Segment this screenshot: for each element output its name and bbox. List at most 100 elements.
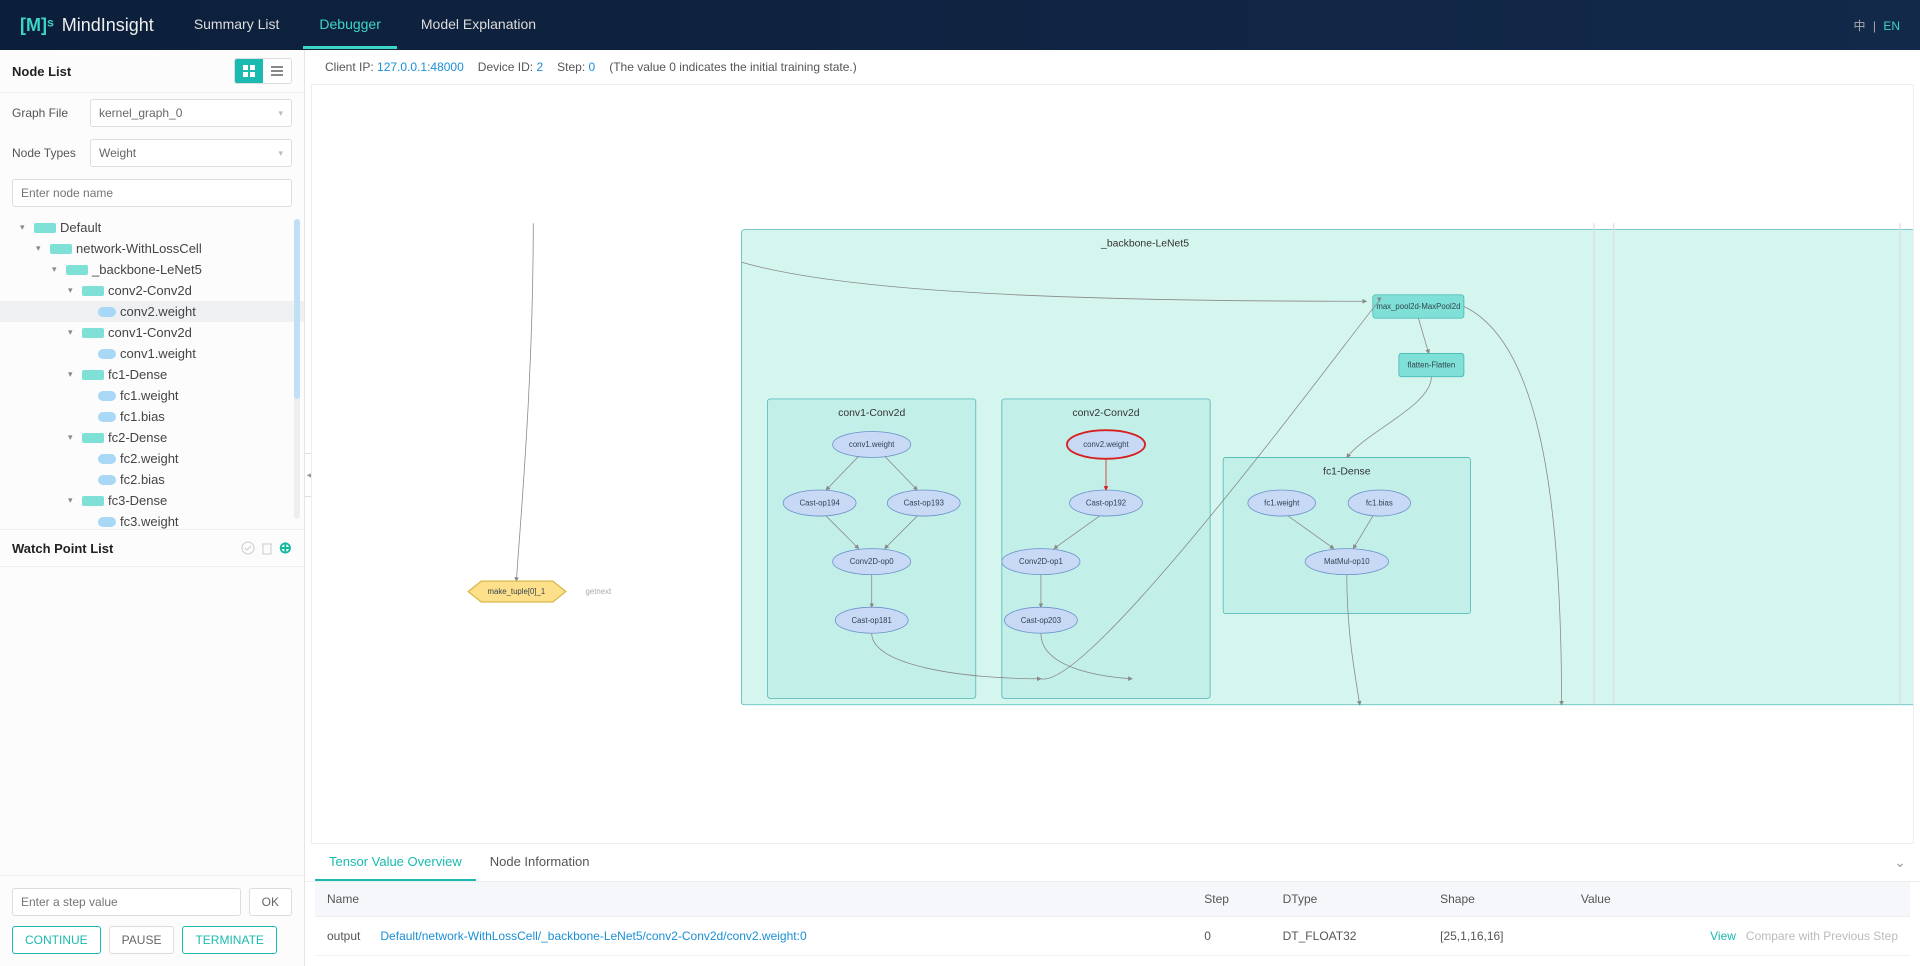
terminate-button[interactable]: TERMINATE	[182, 926, 276, 954]
branch-tag-icon	[82, 433, 104, 443]
branch-tag-icon	[82, 286, 104, 296]
col-name: Name	[315, 882, 1192, 917]
tab-tensor-value[interactable]: Tensor Value Overview	[315, 844, 476, 881]
ok-button[interactable]: OK	[249, 888, 292, 916]
watch-point-actions: ⊕	[241, 538, 292, 558]
lang-en[interactable]: EN	[1883, 19, 1900, 33]
conv2dop1-node[interactable]: Conv2D-op1	[1019, 557, 1063, 566]
tree-branch[interactable]: ▾ fc2-Dense	[0, 427, 304, 448]
tab-node-info[interactable]: Node Information	[476, 844, 604, 881]
tree-caret-icon[interactable]: ▾	[36, 243, 46, 254]
chevron-down-icon[interactable]: ⌄	[1890, 850, 1910, 875]
row-dtype: DT_FLOAT32	[1271, 917, 1428, 956]
castop192-node[interactable]: Cast-op192	[1086, 499, 1126, 508]
language-switch[interactable]: 中 | EN	[1854, 17, 1901, 34]
fc1-cluster-title: fc1-Dense	[1323, 466, 1371, 477]
row-name: output	[327, 929, 360, 943]
nav-model-explanation[interactable]: Model Explanation	[405, 2, 552, 49]
nav-debugger[interactable]: Debugger	[303, 2, 397, 49]
graph-file-select[interactable]: kernel_graph_0 ▾	[90, 99, 292, 127]
make-tuple-node[interactable]: make_tuple[0]_1	[488, 587, 546, 596]
tree-item-label: fc3.weight	[120, 514, 179, 529]
device-id-label: Device ID:	[478, 60, 533, 74]
matmul-node[interactable]: MatMul-op10	[1324, 557, 1370, 566]
branch-tag-icon	[82, 496, 104, 506]
row-shape: [25,1,16,16]	[1428, 917, 1569, 956]
compare-link[interactable]: Compare with Previous Step	[1746, 929, 1898, 943]
col-dtype: DType	[1271, 882, 1428, 917]
branch-tag-icon	[66, 265, 88, 275]
tree-branch[interactable]: ▾fc3-Dense	[0, 490, 304, 511]
detail-tabs: Tensor Value Overview Node Information ⌄	[305, 844, 1920, 882]
tree-item-label: Default	[60, 220, 101, 235]
lang-zh[interactable]: 中	[1854, 19, 1866, 33]
castop193-node[interactable]: Cast-op193	[904, 499, 944, 508]
step-value: 0	[589, 60, 596, 74]
branch-tag-icon	[82, 328, 104, 338]
continue-button[interactable]: CONTINUE	[12, 926, 101, 954]
conv2-weight-node[interactable]: conv2.weight	[1083, 440, 1129, 449]
tree-branch[interactable]: ▾conv1-Conv2d	[0, 322, 304, 343]
graph-file-label: Graph File	[12, 106, 82, 120]
view-link[interactable]: View	[1710, 929, 1736, 943]
tree-branch[interactable]: ▾network-WithLossCell	[0, 238, 304, 259]
tree-leaf[interactable]: conv2.weight	[0, 301, 304, 322]
maxpool-node[interactable]: max_pool2d-MaxPool2d	[1376, 302, 1460, 311]
tree-caret-icon[interactable]: ▾	[20, 222, 30, 233]
conv1-weight-node[interactable]: conv1.weight	[849, 440, 895, 449]
graph-canvas[interactable]: _backbone-LeNet5 make_tuple[0]_1 getnext…	[311, 84, 1914, 844]
check-circle-icon[interactable]	[241, 541, 255, 555]
trash-icon[interactable]	[261, 541, 273, 555]
tree-caret-icon[interactable]: ▾	[68, 285, 78, 296]
castop203-node[interactable]: Cast-op203	[1021, 616, 1061, 625]
col-step: Step	[1192, 882, 1270, 917]
leaf-tag-icon	[98, 454, 116, 464]
grid-icon	[243, 65, 255, 77]
tree-caret-icon[interactable]: ▾	[68, 369, 78, 380]
step-value-input[interactable]	[12, 888, 241, 916]
node-tree[interactable]: ▾ Default ▾network-WithLossCell▾_backbone-…	[0, 213, 304, 529]
node-types-select[interactable]: Weight ▾	[90, 139, 292, 167]
tree-leaf[interactable]: fc2.bias	[0, 469, 304, 490]
tree-caret-icon[interactable]: ▾	[68, 432, 78, 443]
castop181-node[interactable]: Cast-op181	[852, 616, 892, 625]
client-ip-label: Client IP:	[325, 60, 374, 74]
node-types-label: Node Types	[12, 146, 82, 160]
castop194-node[interactable]: Cast-op194	[799, 499, 840, 508]
conv2-cluster-title: conv2-Conv2d	[1072, 408, 1139, 419]
tree-leaf[interactable]: fc2.weight	[0, 448, 304, 469]
sidebar-footer: OK CONTINUE PAUSE TERMINATE	[0, 875, 304, 966]
leaf-tag-icon	[98, 412, 116, 422]
scrollbar-thumb[interactable]	[294, 219, 300, 399]
node-search-input[interactable]	[12, 179, 292, 207]
flatten-node[interactable]: flatten-Flatten	[1408, 361, 1456, 370]
pause-button[interactable]: PAUSE	[109, 926, 175, 954]
fc1-weight-node[interactable]: fc1.weight	[1264, 499, 1300, 508]
tree-item-label: fc1.weight	[120, 388, 179, 403]
tree-caret-icon[interactable]: ▾	[68, 327, 78, 338]
grid-view-toggle[interactable]	[235, 59, 263, 83]
tree-branch[interactable]: ▾_backbone-LeNet5	[0, 259, 304, 280]
tree-leaf[interactable]: fc1.bias	[0, 406, 304, 427]
tree-branch[interactable]: ▾ Default	[0, 217, 304, 238]
nav-summary-list[interactable]: Summary List	[178, 2, 296, 49]
tree-leaf[interactable]: conv1.weight	[0, 343, 304, 364]
tree-item-label: fc2.bias	[120, 472, 165, 487]
tree-branch[interactable]: ▾conv2-Conv2d	[0, 280, 304, 301]
conv2dop0-node[interactable]: Conv2D-op0	[850, 557, 894, 566]
device-id-value: 2	[536, 60, 543, 74]
row-path-link[interactable]: Default/network-WithLossCell/_backbone-L…	[380, 929, 806, 943]
fc1-bias-node[interactable]: fc1.bias	[1366, 499, 1393, 508]
plus-icon[interactable]: ⊕	[279, 538, 292, 558]
tree-caret-icon[interactable]: ▾	[52, 264, 62, 275]
tree-item-label: fc1.bias	[120, 409, 165, 424]
tree-item-label: fc2-Dense	[108, 430, 167, 445]
tree-item-label: fc2.weight	[120, 451, 179, 466]
info-bar: Client IP: 127.0.0.1:48000 Device ID: 2 …	[305, 50, 1920, 84]
tree-branch[interactable]: ▾fc1-Dense	[0, 364, 304, 385]
tree-caret-icon[interactable]: ▾	[68, 495, 78, 506]
list-view-toggle[interactable]	[263, 59, 291, 83]
tree-leaf[interactable]: fc1.weight	[0, 385, 304, 406]
tree-leaf[interactable]: fc3.weight	[0, 511, 304, 529]
lang-sep: |	[1873, 19, 1876, 33]
